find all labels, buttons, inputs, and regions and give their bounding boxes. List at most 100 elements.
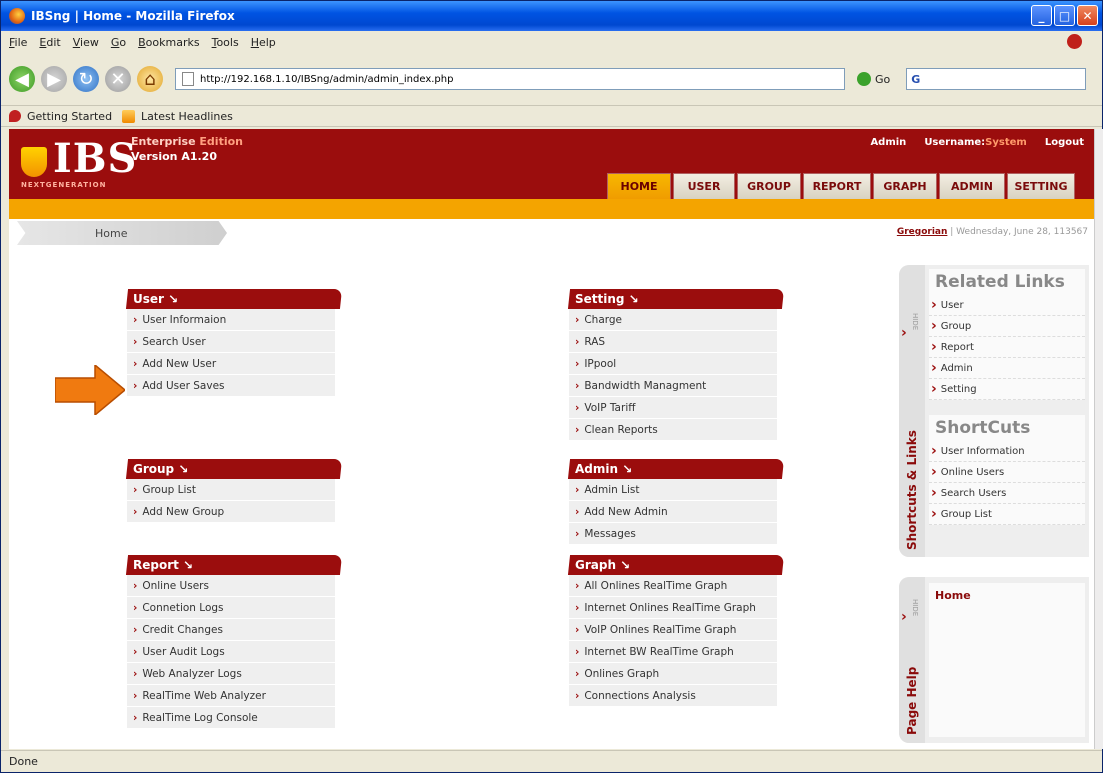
shortcuts-box: ShortCuts User Information Online Users … (929, 415, 1085, 525)
vertical-scrollbar[interactable] (1094, 129, 1103, 749)
menu-link[interactable]: Connections Analysis (569, 685, 777, 707)
menu-link[interactable]: Internet Onlines RealTime Graph (569, 597, 777, 619)
hide-label[interactable]: HIDE (911, 313, 919, 330)
menu-go[interactable]: Go (111, 36, 126, 49)
tab-report[interactable]: REPORT (803, 173, 871, 199)
collapse-chevron-icon[interactable]: › (901, 325, 907, 341)
menu-link[interactable]: Add User Saves (127, 375, 335, 397)
back-arrow-icon[interactable]: ◀ (9, 66, 35, 92)
menu-link[interactable]: Credit Changes (127, 619, 335, 641)
admin-panel-header[interactable]: Admin ↘ (567, 459, 785, 479)
stop-icon[interactable]: ✕ (105, 66, 131, 92)
hide-label[interactable]: HIDE (911, 599, 919, 616)
go-button[interactable]: Go (857, 72, 890, 86)
home-icon[interactable]: ⌂ (137, 66, 163, 92)
tab-user[interactable]: USER (673, 173, 735, 199)
logout-link[interactable]: Logout (1045, 137, 1084, 148)
shortcuts-title: ShortCuts (935, 418, 1031, 438)
menu-link[interactable]: Group List (127, 479, 335, 501)
maximize-button[interactable]: □ (1054, 5, 1075, 26)
menu-link[interactable]: Online Users (127, 575, 335, 597)
menu-link[interactable]: Web Analyzer Logs (127, 663, 335, 685)
related-link[interactable]: Admin (929, 358, 1085, 379)
admin-panel: Admin ↘ Admin List Add New Admin Message… (567, 459, 785, 545)
getting-started-icon (9, 110, 21, 122)
menu-link[interactable]: RealTime Log Console (127, 707, 335, 729)
tab-setting[interactable]: SETTING (1007, 173, 1075, 199)
menu-link[interactable]: RealTime Web Analyzer (127, 685, 335, 707)
collapse-chevron-icon[interactable]: › (901, 609, 907, 625)
menu-bar: File Edit View Go Bookmarks Tools Help (1, 31, 1102, 53)
orange-arrow-icon (55, 365, 125, 415)
menu-link[interactable]: Messages (569, 523, 777, 545)
main-tabs: HOME USER GROUP REPORT GRAPH ADMIN SETTI… (607, 173, 1075, 199)
shortcut-link[interactable]: Online Users (929, 462, 1085, 483)
menu-link[interactable]: RAS (569, 331, 777, 353)
group-panel-header[interactable]: Group ↘ (125, 459, 343, 479)
help-text: Home (935, 589, 971, 602)
bookmark-latest-headlines[interactable]: Latest Headlines (141, 110, 233, 123)
search-box[interactable]: G (906, 68, 1087, 90)
orange-divider (9, 199, 1094, 219)
menu-link[interactable]: VoIP Onlines RealTime Graph (569, 619, 777, 641)
related-link[interactable]: Report (929, 337, 1085, 358)
reload-icon[interactable]: ↻ (73, 66, 99, 92)
breadcrumb[interactable]: Home (17, 221, 227, 245)
forward-arrow-icon[interactable]: ▶ (41, 66, 67, 92)
bookmarks-toolbar: Getting Started Latest Headlines (1, 105, 1102, 127)
menu-link[interactable]: Charge (569, 309, 777, 331)
menu-link[interactable]: Search User (127, 331, 335, 353)
report-panel-header[interactable]: Report ↘ (125, 555, 343, 575)
menu-help[interactable]: Help (251, 36, 276, 49)
related-link[interactable]: Group (929, 316, 1085, 337)
go-arrow-icon (857, 72, 871, 86)
menu-link[interactable]: Bandwidth Managment (569, 375, 777, 397)
user-panel-header[interactable]: User ↘ (125, 289, 343, 309)
close-button[interactable]: ✕ (1077, 5, 1098, 26)
logo-subtitle: NEXTGENERATION (21, 181, 107, 189)
menu-link[interactable]: VoIP Tariff (569, 397, 777, 419)
menu-view[interactable]: View (73, 36, 99, 49)
calendar-type-link[interactable]: Gregorian (897, 227, 948, 237)
menu-link[interactable]: Clean Reports (569, 419, 777, 441)
minimize-button[interactable]: _ (1031, 5, 1052, 26)
tab-graph[interactable]: GRAPH (873, 173, 937, 199)
go-label: Go (875, 72, 891, 86)
tab-group[interactable]: GROUP (737, 173, 801, 199)
throbber-stop-icon (1067, 34, 1082, 49)
menu-link[interactable]: Add New User (127, 353, 335, 375)
url-input[interactable] (200, 73, 800, 85)
menu-link[interactable]: User Informaion (127, 309, 335, 331)
setting-panel-header[interactable]: Setting ↘ (567, 289, 785, 309)
menu-link[interactable]: Add New Admin (569, 501, 777, 523)
menu-link[interactable]: IPpool (569, 353, 777, 375)
status-text: Done (9, 755, 38, 768)
page-icon (182, 72, 194, 86)
shortcut-link[interactable]: Search Users (929, 483, 1085, 504)
admin-link[interactable]: Admin (870, 137, 906, 148)
menu-edit[interactable]: Edit (39, 36, 60, 49)
shortcut-link[interactable]: User Information (929, 441, 1085, 462)
related-link[interactable]: User (929, 295, 1085, 316)
menu-link[interactable]: Connetion Logs (127, 597, 335, 619)
user-panel: User ↘ User Informaion Search User Add N… (125, 289, 343, 397)
menu-link[interactable]: Admin List (569, 479, 777, 501)
bookmark-getting-started[interactable]: Getting Started (27, 110, 112, 123)
menu-link[interactable]: Add New Group (127, 501, 335, 523)
graph-panel-header[interactable]: Graph ↘ (567, 555, 785, 575)
page-help-vertical-title: Page Help (905, 666, 919, 735)
version-label: Version A1.20 (131, 150, 217, 163)
tab-home[interactable]: HOME (607, 173, 671, 199)
menu-bookmarks[interactable]: Bookmarks (138, 36, 199, 49)
user-info: Admin Username:System Logout (870, 137, 1084, 148)
menu-link[interactable]: Internet BW RealTime Graph (569, 641, 777, 663)
address-bar[interactable] (175, 68, 845, 90)
menu-link[interactable]: Onlines Graph (569, 663, 777, 685)
menu-tools[interactable]: Tools (212, 36, 239, 49)
menu-link[interactable]: User Audit Logs (127, 641, 335, 663)
tab-admin[interactable]: ADMIN (939, 173, 1005, 199)
menu-link[interactable]: All Onlines RealTime Graph (569, 575, 777, 597)
related-link[interactable]: Setting (929, 379, 1085, 400)
menu-file[interactable]: File (9, 36, 27, 49)
shortcut-link[interactable]: Group List (929, 504, 1085, 525)
